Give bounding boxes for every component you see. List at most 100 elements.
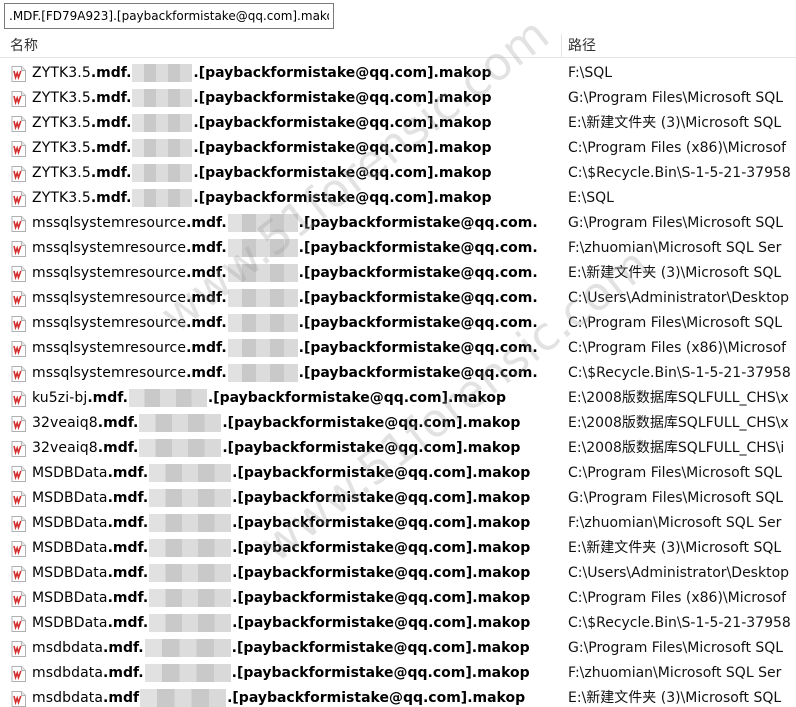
list-item[interactable]: mssqlsystemresource.mdf. .[paybackformist… [0,286,796,311]
file-name-prefix: ZYTK3.5 [32,190,91,206]
file-name: MSDBData.mdf. .[paybackformistake@qq.com]… [32,586,530,611]
redacted-text [144,639,231,657]
file-name: MSDBData.mdf. .[paybackformistake@qq.com]… [32,511,530,536]
file-name: ZYTK3.5.mdf. .[paybackformistake@qq.com].… [32,186,491,211]
file-name-prefix: mssqlsystemresource [32,290,187,306]
file-icon [11,691,26,707]
file-name: msdbdata.mdf. .[paybackformistake@qq.com]… [32,636,530,661]
list-item[interactable]: mssqlsystemresource.mdf. .[paybackformist… [0,311,796,336]
file-icon [11,116,26,132]
file-name-prefix: ZYTK3.5 [32,165,91,181]
search-bar [0,0,796,34]
list-item[interactable]: MSDBData.mdf. .[paybackformistake@qq.com]… [0,611,796,636]
file-name: mssqlsystemresource.mdf. .[paybackformist… [32,336,538,361]
file-search-window: 名称 路径 ZYTK3.5.mdf..[paybackformistake@qq… [0,0,796,707]
column-header-path[interactable]: 路径 [562,34,796,58]
file-name-ext: .mdf. [87,390,128,406]
file-name: mssqlsystemresource.mdf. .[paybackformist… [32,286,538,311]
file-name-cell: ZYTK3.5.mdf. .[paybackformistake@qq.com].… [0,161,562,186]
file-name-suffix: .[paybackformistake@qq.com].makop [207,390,506,406]
redacted-text [132,114,193,132]
file-icon [11,266,26,282]
list-item[interactable]: msdbdata.mdf. .[paybackformistake@qq.com]… [0,661,796,686]
file-name-suffix: .[paybackformistake@qq.com. [298,240,538,256]
list-item[interactable]: mssqlsystemresource.mdf. .[paybackformist… [0,211,796,236]
file-name-cell: 32veaiq8.mdf. .[paybackformistake@qq.com]… [0,436,562,461]
file-name-ext: .mdf [103,690,140,706]
file-name-ext: .mdf. [90,165,132,181]
redacted-text [149,564,232,582]
list-item[interactable]: mssqlsystemresource.mdf. .[paybackformist… [0,236,796,261]
file-path-cell: E:\SQL [568,190,614,206]
file-icon [11,591,26,607]
file-name-prefix: MSDBData [32,465,108,481]
file-path-cell: G:\Program Files\Microsoft SQL [568,90,784,106]
file-path-cell: C:\$Recycle.Bin\S-1-5-21-37958 [568,365,791,381]
file-name-ext: .mdf. [103,665,144,681]
list-item[interactable]: ZYTK3.5.mdf. .[paybackformistake@qq.com].… [0,111,796,136]
list-item[interactable]: ku5zi-bj.mdf. .[paybackformistake@qq.com]… [0,386,796,411]
file-path-cell: F:\zhuomian\Microsoft SQL Ser [568,515,782,531]
file-icon [11,191,26,207]
file-name-ext: .mdf. [186,215,227,231]
file-name-ext: .mdf. [90,140,132,156]
search-input[interactable] [4,3,334,29]
file-name-prefix: 32veaiq8 [32,440,98,456]
list-item[interactable]: MSDBData.mdf. .[paybackformistake@qq.com]… [0,536,796,561]
file-name-prefix: mssqlsystemresource [32,215,187,231]
list-item[interactable]: mssqlsystemresource.mdf. .[paybackformist… [0,361,796,386]
file-name-cell: ku5zi-bj.mdf. .[paybackformistake@qq.com]… [0,386,562,411]
file-name-prefix: MSDBData [32,565,108,581]
list-item[interactable]: MSDBData.mdf. .[paybackformistake@qq.com]… [0,511,796,536]
file-name-suffix: .[paybackformistake@qq.com].makop [193,165,492,181]
file-path-cell: C:\Program Files\Microsoft SQL [568,465,783,481]
file-name-suffix: .[paybackformistake@qq.com].makop [232,540,531,556]
redacted-text [149,539,232,557]
file-path-cell: C:\Program Files (x86)\Microsof [568,140,787,156]
file-name-ext: .mdf. [107,615,149,631]
file-icon [11,216,26,232]
file-name-prefix: 32veaiq8 [32,415,98,431]
list-item[interactable]: mssqlsystemresource.mdf. .[paybackformist… [0,336,796,361]
list-item[interactable]: msdbdata.mdf. .[paybackformistake@qq.com]… [0,636,796,661]
list-item[interactable]: ZYTK3.5.mdf. .[paybackformistake@qq.com].… [0,136,796,161]
file-icon [11,491,26,507]
file-path-cell: E:\2008版数据库SQLFULL_CHS\x [568,390,789,406]
file-name: ZYTK3.5.mdf. .[paybackformistake@qq.com].… [32,61,491,86]
file-name-prefix: MSDBData [32,615,108,631]
file-path-cell: E:\新建文件夹 (3)\Microsoft SQL [568,265,782,281]
file-name-cell: msdbdata.mdf. .[paybackformistake@qq.com]… [0,636,562,661]
list-item[interactable]: ZYTK3.5.mdf. .[paybackformistake@qq.com].… [0,161,796,186]
list-item[interactable]: MSDBData.mdf. .[paybackformistake@qq.com]… [0,586,796,611]
file-icon [11,541,26,557]
list-item[interactable]: msdbdata.mdf .[paybackformistake@qq.com].… [0,686,796,707]
file-name-suffix: .[paybackformistake@qq.com. [298,340,538,356]
redacted-text [132,164,193,182]
file-name-cell: mssqlsystemresource.mdf. .[paybackformist… [0,211,562,236]
list-item[interactable]: ZYTK3.5.mdf. .[paybackformistake@qq.com].… [0,86,796,111]
file-path-cell: F:\zhuomian\Microsoft SQL Ser [568,665,782,681]
redacted-text [149,514,232,532]
file-name-cell: 32veaiq8.mdf. .[paybackformistake@qq.com]… [0,411,562,436]
file-name: ZYTK3.5.mdf. .[paybackformistake@qq.com].… [32,161,491,186]
list-item[interactable]: ZYTK3.5.mdf. .[paybackformistake@qq.com].… [0,186,796,211]
file-name-suffix: .[paybackformistake@qq.com].makop [232,465,531,481]
list-item[interactable]: MSDBData.mdf. .[paybackformistake@qq.com]… [0,486,796,511]
list-item[interactable]: MSDBData.mdf. .[paybackformistake@qq.com]… [0,561,796,586]
list-item[interactable]: ZYTK3.5.mdf. .[paybackformistake@qq.com].… [0,61,796,86]
file-name: mssqlsystemresource.mdf. .[paybackformist… [32,211,538,236]
file-name-suffix: .[paybackformistake@qq.com. [298,315,538,331]
column-header-name[interactable]: 名称 [0,34,562,58]
redacted-text [132,89,193,107]
file-name-prefix: ku5zi-bj [32,390,88,406]
file-icon [11,141,26,157]
file-name: MSDBData.mdf. .[paybackformistake@qq.com]… [32,461,530,486]
list-item[interactable]: 32veaiq8.mdf. .[paybackformistake@qq.com]… [0,436,796,461]
redacted-text [132,139,193,157]
redacted-text [227,289,298,307]
list-item[interactable]: mssqlsystemresource.mdf. .[paybackformist… [0,261,796,286]
list-item[interactable]: MSDBData.mdf. .[paybackformistake@qq.com]… [0,461,796,486]
list-item[interactable]: 32veaiq8.mdf. .[paybackformistake@qq.com]… [0,411,796,436]
file-name-prefix: ZYTK3.5 [32,90,91,106]
file-name-ext: .mdf. [186,290,227,306]
